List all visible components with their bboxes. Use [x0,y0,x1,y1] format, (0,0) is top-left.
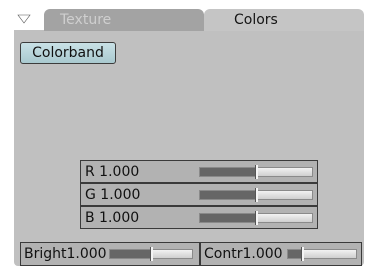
blue-slider[interactable]: B 1.000 [80,206,318,229]
red-slider-label: R 1.000 [85,164,140,180]
green-slider[interactable]: G 1.000 [80,183,318,206]
colors-panel [14,30,364,266]
blue-slider-track[interactable] [199,211,313,225]
brightness-slider-track[interactable] [109,247,193,261]
contrast-slider-fill [288,250,302,258]
colorband-button[interactable]: Colorband [20,42,116,64]
contrast-slider-handle[interactable] [301,247,304,261]
blue-slider-handle[interactable] [255,211,258,225]
brightness-slider-fill [110,250,151,258]
green-slider-track[interactable] [199,188,313,202]
contrast-slider-label: Contr1.000 [204,246,283,262]
green-slider-label: G 1.000 [85,187,141,203]
panel-tab-strip: Texture Colors [14,8,364,31]
contrast-slider-track[interactable] [287,247,357,261]
tab-texture-label: Texture [60,12,112,28]
colorband-button-label: Colorband [32,45,104,61]
brightness-slider[interactable]: Bright1.000 [20,242,200,266]
tab-texture[interactable]: Texture [44,9,204,31]
tab-colors[interactable]: Colors [204,9,364,31]
blue-slider-fill [200,214,256,222]
red-slider-fill [200,168,256,176]
texture-colors-panel-frame: Texture Colors Colorband R 1.000 G 1.000… [0,0,386,274]
contrast-slider[interactable]: Contr1.000 [200,242,362,266]
red-slider-handle[interactable] [255,165,258,179]
green-slider-handle[interactable] [255,188,258,202]
brightness-slider-handle[interactable] [150,247,153,261]
red-slider[interactable]: R 1.000 [80,160,318,183]
green-slider-fill [200,191,256,199]
panel-right-margin [364,26,386,274]
red-slider-track[interactable] [199,165,313,179]
tab-colors-label: Colors [234,12,278,28]
collapse-triangle-icon[interactable] [14,10,34,30]
blue-slider-label: B 1.000 [85,210,140,226]
brightness-slider-label: Bright1.000 [24,246,107,262]
